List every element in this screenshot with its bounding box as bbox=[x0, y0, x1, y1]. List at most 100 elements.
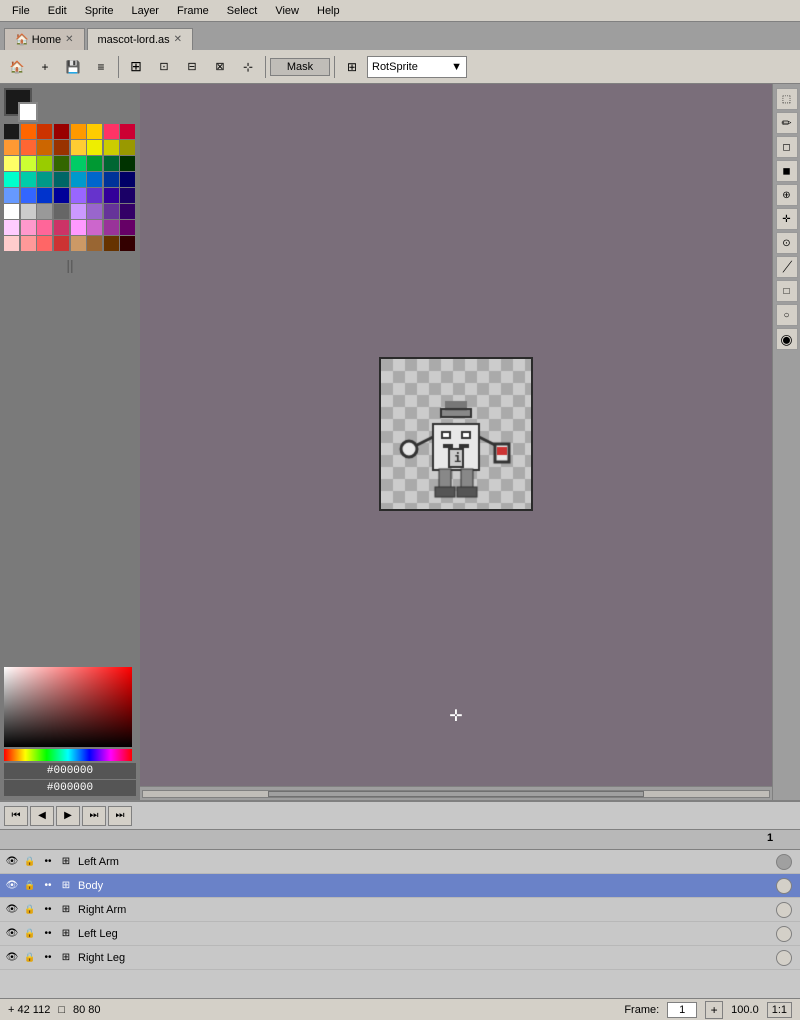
color-swatch-39[interactable] bbox=[120, 188, 135, 203]
smear-tool-button[interactable]: ◉ bbox=[776, 328, 798, 350]
anim-next-button[interactable]: ⏭ bbox=[82, 806, 106, 826]
color-swatch-48[interactable] bbox=[4, 220, 19, 235]
layer-expand-icon-4[interactable]: ⊞ bbox=[58, 950, 74, 966]
tab-mascot[interactable]: mascot-lord.as ✕ bbox=[87, 28, 194, 50]
menu-edit[interactable]: Edit bbox=[40, 3, 75, 19]
secondary-color-swatch[interactable] bbox=[18, 102, 38, 122]
primary-hex-input[interactable]: #000000 bbox=[4, 763, 136, 779]
layer-visibility-icon-0[interactable]: 👁 bbox=[4, 854, 20, 870]
color-swatch-35[interactable] bbox=[54, 188, 69, 203]
fill-tool-button[interactable]: ◼ bbox=[776, 160, 798, 182]
layer-link-icon-3[interactable]: •• bbox=[40, 926, 56, 942]
grid-toggle-button[interactable]: ⊞ bbox=[339, 54, 365, 80]
menu-file[interactable]: File bbox=[4, 3, 38, 19]
zoom-1-button[interactable]: ⊟ bbox=[179, 54, 205, 80]
menu-view[interactable]: View bbox=[267, 3, 307, 19]
add-button[interactable]: + bbox=[32, 54, 58, 80]
color-swatch-16[interactable] bbox=[4, 156, 19, 171]
layer-link-icon-1[interactable]: •• bbox=[40, 878, 56, 894]
layer-frame-indicator-3[interactable] bbox=[776, 926, 792, 942]
color-swatch-34[interactable] bbox=[37, 188, 52, 203]
color-swatch-5[interactable] bbox=[87, 124, 102, 139]
eraser-tool-button[interactable]: ◻ bbox=[776, 136, 798, 158]
zoom-tool-button[interactable]: ⊕ bbox=[776, 184, 798, 206]
scrollbar-track-h[interactable] bbox=[142, 790, 770, 798]
color-swatch-1[interactable] bbox=[21, 124, 36, 139]
layer-expand-icon-3[interactable]: ⊞ bbox=[58, 926, 74, 942]
color-swatch-12[interactable] bbox=[71, 140, 86, 155]
color-swatch-47[interactable] bbox=[120, 204, 135, 219]
zoom-fit-button[interactable]: ⊡ bbox=[151, 54, 177, 80]
layer-visibility-icon-4[interactable]: 👁 bbox=[4, 950, 20, 966]
layer-lock-icon-1[interactable]: 🔒 bbox=[22, 878, 38, 894]
color-swatch-50[interactable] bbox=[37, 220, 52, 235]
layer-frame-indicator-1[interactable] bbox=[776, 878, 792, 894]
color-swatch-22[interactable] bbox=[104, 156, 119, 171]
color-gradient-picker[interactable] bbox=[4, 667, 132, 747]
new-file-button[interactable]: 🏠 bbox=[4, 54, 30, 80]
line-tool-button[interactable]: ╱ bbox=[776, 256, 798, 278]
move-tool-button[interactable]: ✛ bbox=[776, 208, 798, 230]
color-swatch-54[interactable] bbox=[104, 220, 119, 235]
color-swatch-8[interactable] bbox=[4, 140, 19, 155]
color-swatch-57[interactable] bbox=[21, 236, 36, 251]
color-swatch-52[interactable] bbox=[71, 220, 86, 235]
circle-tool-button[interactable]: ○ bbox=[776, 304, 798, 326]
menu-select[interactable]: Select bbox=[219, 3, 266, 19]
layer-lock-icon-2[interactable]: 🔒 bbox=[22, 902, 38, 918]
rect-tool-button[interactable]: □ bbox=[776, 280, 798, 302]
menu-frame[interactable]: Frame bbox=[169, 3, 217, 19]
color-swatch-59[interactable] bbox=[54, 236, 69, 251]
color-swatch-3[interactable] bbox=[54, 124, 69, 139]
frame-number-input[interactable]: 1 bbox=[667, 1002, 697, 1018]
color-swatch-51[interactable] bbox=[54, 220, 69, 235]
layer-link-icon-2[interactable]: •• bbox=[40, 902, 56, 918]
tab-mascot-close[interactable]: ✕ bbox=[174, 34, 182, 45]
color-swatch-21[interactable] bbox=[87, 156, 102, 171]
color-swatch-32[interactable] bbox=[4, 188, 19, 203]
color-swatch-38[interactable] bbox=[104, 188, 119, 203]
layer-visibility-icon-1[interactable]: 👁 bbox=[4, 878, 20, 894]
color-swatch-40[interactable] bbox=[4, 204, 19, 219]
color-swatch-30[interactable] bbox=[104, 172, 119, 187]
layer-row-2[interactable]: 👁🔒••⊞Right Arm bbox=[0, 898, 800, 922]
anim-play-button[interactable]: ▶ bbox=[56, 806, 80, 826]
color-swatch-29[interactable] bbox=[87, 172, 102, 187]
layer-expand-icon-1[interactable]: ⊞ bbox=[58, 878, 74, 894]
color-swatch-46[interactable] bbox=[104, 204, 119, 219]
layer-link-icon-4[interactable]: •• bbox=[40, 950, 56, 966]
menu-help[interactable]: Help bbox=[309, 3, 348, 19]
color-swatch-20[interactable] bbox=[71, 156, 86, 171]
color-swatch-17[interactable] bbox=[21, 156, 36, 171]
color-swatch-60[interactable] bbox=[71, 236, 86, 251]
layer-frame-indicator-0[interactable] bbox=[776, 854, 792, 870]
color-swatch-31[interactable] bbox=[120, 172, 135, 187]
mask-button[interactable]: Mask bbox=[270, 58, 330, 76]
color-swatch-13[interactable] bbox=[87, 140, 102, 155]
layer-visibility-icon-3[interactable]: 👁 bbox=[4, 926, 20, 942]
menu-sprite[interactable]: Sprite bbox=[77, 3, 122, 19]
color-swatch-45[interactable] bbox=[87, 204, 102, 219]
color-swatch-42[interactable] bbox=[37, 204, 52, 219]
color-swatch-26[interactable] bbox=[37, 172, 52, 187]
layer-frame-indicator-2[interactable] bbox=[776, 902, 792, 918]
add-frame-button[interactable]: + bbox=[705, 1001, 723, 1019]
sprite-select-dropdown[interactable]: RotSprite ▼ bbox=[367, 56, 467, 78]
color-swatch-9[interactable] bbox=[21, 140, 36, 155]
selection-button[interactable]: ⊹ bbox=[235, 54, 261, 80]
color-swatch-56[interactable] bbox=[4, 236, 19, 251]
layer-lock-icon-0[interactable]: 🔒 bbox=[22, 854, 38, 870]
color-swatch-10[interactable] bbox=[37, 140, 52, 155]
sprite-canvas[interactable] bbox=[379, 357, 533, 511]
color-swatch-61[interactable] bbox=[87, 236, 102, 251]
layer-visibility-icon-2[interactable]: 👁 bbox=[4, 902, 20, 918]
layer-row-1[interactable]: 👁🔒••⊞Body bbox=[0, 874, 800, 898]
scrollbar-thumb-h[interactable] bbox=[268, 791, 644, 797]
color-swatch-55[interactable] bbox=[120, 220, 135, 235]
layer-row-4[interactable]: 👁🔒••⊞Right Leg bbox=[0, 946, 800, 970]
color-swatch-15[interactable] bbox=[120, 140, 135, 155]
save-button[interactable]: 💾 bbox=[60, 54, 86, 80]
menu-layer[interactable]: Layer bbox=[123, 3, 167, 19]
layer-lock-icon-3[interactable]: 🔒 bbox=[22, 926, 38, 942]
layer-lock-icon-4[interactable]: 🔒 bbox=[22, 950, 38, 966]
